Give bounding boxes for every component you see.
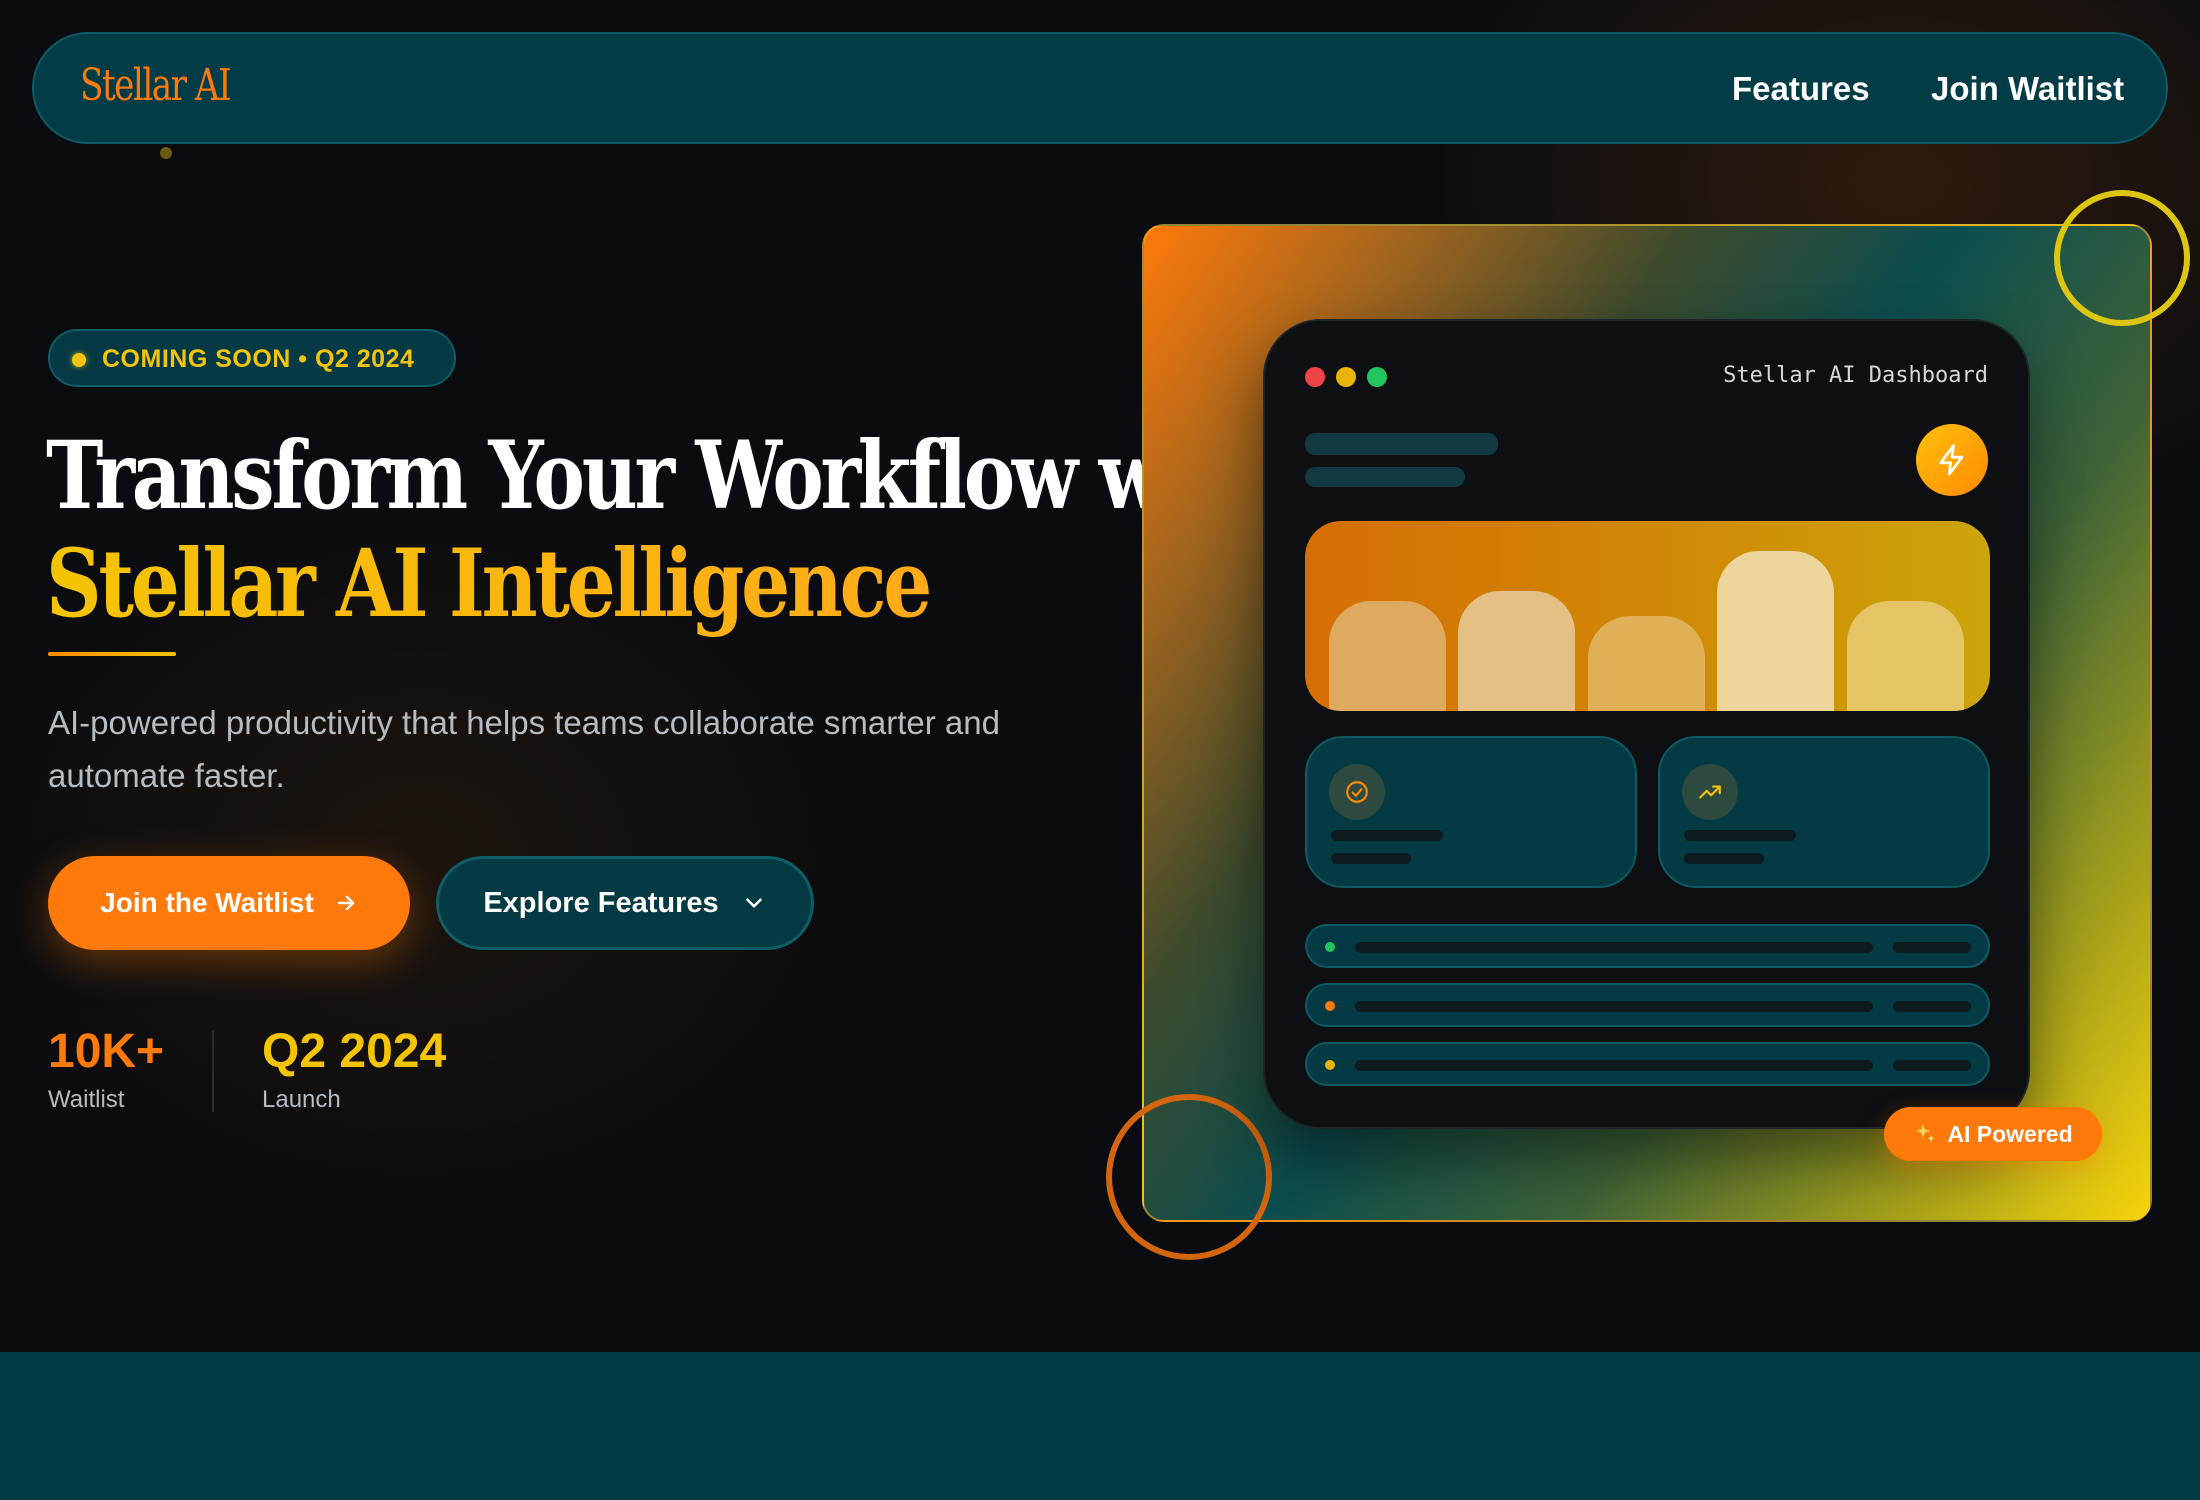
- chart-bar: [1588, 616, 1705, 711]
- chart-bar: [1329, 601, 1446, 711]
- window-close-dot: [1305, 367, 1325, 387]
- skeleton-line: [1893, 1060, 1971, 1071]
- join-waitlist-button[interactable]: Join the Waitlist: [48, 856, 410, 950]
- check-circle-icon: [1329, 764, 1385, 820]
- window-minimize-dot: [1336, 367, 1356, 387]
- list-row: [1305, 924, 1990, 968]
- status-dot-icon: [1325, 1060, 1335, 1070]
- skeleton-line: [1893, 942, 1971, 953]
- lightning-bolt-icon: [1916, 424, 1988, 496]
- next-section: [0, 1352, 2200, 1500]
- status-dot-icon: [72, 353, 86, 367]
- stat-card-tasks: [1305, 736, 1637, 888]
- skeleton-line: [1893, 1001, 1971, 1012]
- skeleton-heading: [1305, 433, 1498, 455]
- skeleton-line: [1355, 1060, 1873, 1071]
- sparkles-icon: [1916, 1124, 1935, 1142]
- stat-launch-label: Launch: [262, 1086, 341, 1113]
- stat-waitlist-label: Waitlist: [48, 1086, 125, 1113]
- headline-line-1: Transform Your Workflow with: [46, 421, 1276, 531]
- nav-link-features[interactable]: Features: [1732, 70, 1870, 108]
- skeleton-line: [1331, 830, 1443, 841]
- coming-soon-badge: COMING SOON • Q2 2024: [48, 329, 456, 387]
- decorative-ring-bottom: [1106, 1094, 1272, 1260]
- skeleton-line: [1331, 853, 1411, 864]
- join-waitlist-label: Join the Waitlist: [100, 887, 314, 918]
- skeleton-line: [1355, 942, 1873, 953]
- explore-features-label: Explore Features: [483, 886, 719, 919]
- stat-card-growth: [1658, 736, 1990, 888]
- trending-up-icon: [1682, 764, 1738, 820]
- brand-logo[interactable]: Stellar AI: [80, 60, 232, 111]
- hero-subtext: AI-powered productivity that helps teams…: [48, 704, 1000, 794]
- status-dot-icon: [1325, 942, 1335, 952]
- decorative-ring-top: [2054, 190, 2190, 326]
- list-row: [1305, 1042, 1990, 1086]
- chart-bar: [1458, 591, 1575, 711]
- window-maximize-dot: [1367, 367, 1387, 387]
- bar-chart-panel: [1305, 521, 1990, 711]
- badge-text: COMING SOON • Q2 2024: [102, 345, 415, 373]
- nav-link-join-waitlist[interactable]: Join Waitlist: [1931, 70, 2124, 108]
- hero-headline: Transform Your Workflow with Stellar AI …: [46, 421, 1276, 638]
- headline-line-2: Stellar AI Intelligence: [46, 530, 948, 638]
- list-row: [1305, 983, 1990, 1027]
- dashboard-title: Stellar AI Dashboard: [1723, 363, 1988, 388]
- ai-powered-label: AI Powered: [1947, 1120, 2073, 1147]
- dashboard-mockup: Stellar AI Dashboard: [1263, 319, 2030, 1129]
- arrow-right-icon: [337, 895, 355, 911]
- skeleton-line: [1684, 853, 1764, 864]
- skeleton-line: [1355, 1001, 1873, 1012]
- top-nav: Stellar AI Features Join Waitlist: [32, 32, 2168, 144]
- skeleton-subheading: [1305, 467, 1465, 487]
- chart-bar: [1717, 551, 1834, 711]
- explore-features-button[interactable]: Explore Features: [436, 856, 814, 950]
- chart-bar: [1847, 601, 1964, 711]
- chevron-down-icon: [745, 898, 762, 908]
- ai-powered-badge: AI Powered: [1884, 1107, 2102, 1161]
- status-dot-icon: [1325, 1001, 1335, 1011]
- decorative-dot: [160, 147, 172, 159]
- stat-divider: [212, 1030, 214, 1112]
- skeleton-line: [1684, 830, 1796, 841]
- headline-underline: [48, 652, 176, 656]
- stat-waitlist-value: 10K+: [48, 1025, 165, 1078]
- stat-launch-value: Q2 2024: [262, 1025, 447, 1078]
